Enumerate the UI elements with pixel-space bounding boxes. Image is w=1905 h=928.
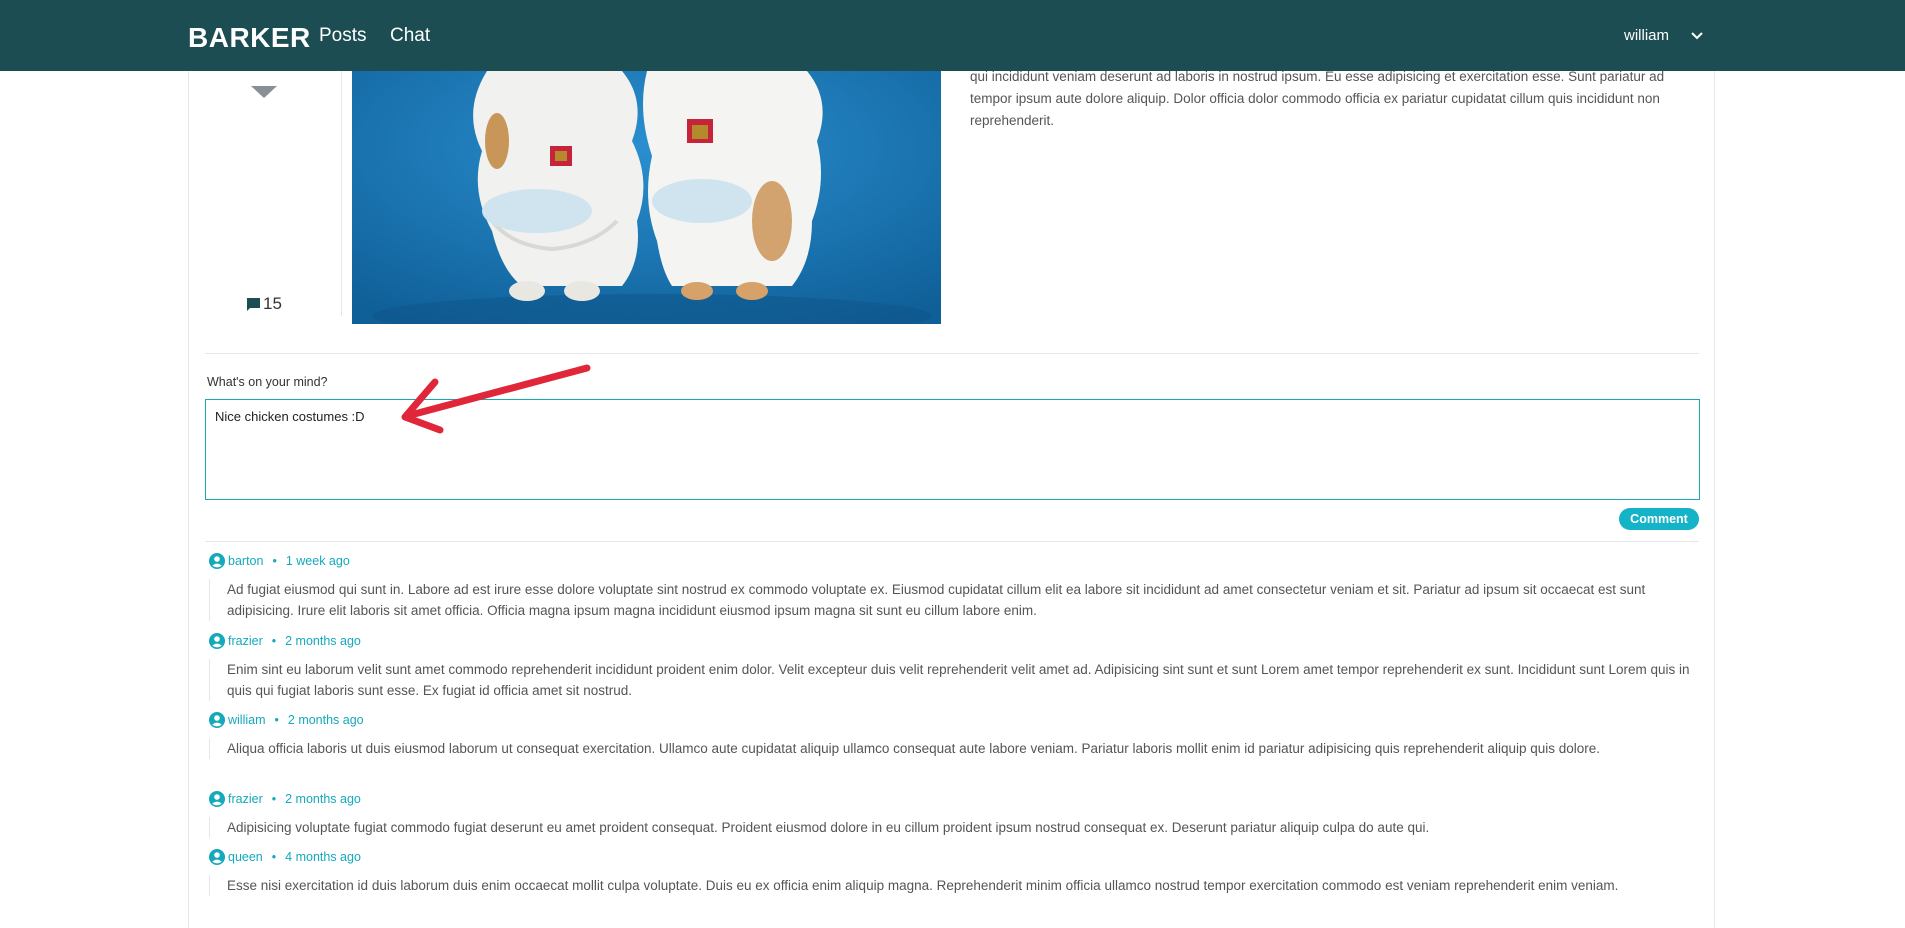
nav-link-chat[interactable]: Chat bbox=[390, 25, 430, 47]
user-avatar-icon bbox=[209, 712, 225, 728]
divider bbox=[205, 541, 1699, 542]
comment-author[interactable]: frazier bbox=[228, 634, 263, 648]
comment-author[interactable]: barton bbox=[228, 554, 263, 568]
comment-item: william • 2 months ago Aliqua officia la… bbox=[209, 710, 1699, 759]
separator-dot: • bbox=[272, 554, 277, 568]
post-image bbox=[352, 71, 941, 324]
comment-time: 2 months ago bbox=[285, 634, 361, 648]
comment-bubble-icon bbox=[246, 297, 261, 312]
comment-text: Esse nisi exercitation id duis laborum d… bbox=[209, 875, 1699, 896]
comment-textarea[interactable]: Nice chicken costumes :D bbox=[205, 399, 1700, 500]
separator-dot: • bbox=[271, 634, 277, 648]
downvote-button[interactable] bbox=[251, 86, 277, 98]
comment-header: barton • 1 week ago bbox=[209, 551, 1699, 571]
comment-author[interactable]: frazier bbox=[228, 792, 263, 806]
comment-text: Ad fugiat eiusmod qui sunt in. Labore ad… bbox=[209, 579, 1699, 621]
separator-dot: • bbox=[271, 850, 277, 864]
user-avatar-icon bbox=[209, 633, 225, 649]
separator-dot: • bbox=[274, 713, 279, 727]
username-label: william bbox=[1624, 27, 1669, 44]
comment-header: queen • 4 months ago bbox=[209, 847, 1699, 867]
post-body-text: qui incididunt veniam deserunt ad labori… bbox=[970, 69, 1665, 128]
comment-time: 1 week ago bbox=[285, 554, 350, 568]
comment-item: barton • 1 week ago Ad fugiat eiusmod qu… bbox=[209, 551, 1699, 621]
comment-count: 15 bbox=[246, 294, 282, 314]
comment-item: queen • 4 months ago Esse nisi exercitat… bbox=[209, 847, 1699, 896]
comment-item: frazier • 2 months ago Adipisicing volup… bbox=[209, 789, 1699, 838]
comment-header: frazier • 2 months ago bbox=[209, 631, 1699, 651]
chevron-down-icon bbox=[1689, 28, 1705, 44]
user-menu[interactable]: william bbox=[1624, 27, 1705, 44]
post-card: 15 qui incididunt veniam deserunt ad lab… bbox=[188, 69, 1715, 928]
comment-header: frazier • 2 months ago bbox=[209, 789, 1699, 809]
comment-text: Adipisicing voluptate fugiat commodo fug… bbox=[209, 817, 1699, 838]
comment-item: frazier • 2 months ago Enim sint eu labo… bbox=[209, 631, 1699, 701]
nav-link-posts[interactable]: Posts bbox=[319, 25, 367, 47]
user-avatar-icon bbox=[209, 553, 225, 569]
comment-time: 2 months ago bbox=[287, 713, 364, 727]
comment-count-value: 15 bbox=[263, 294, 282, 313]
vote-column: 15 bbox=[189, 71, 341, 316]
comment-author[interactable]: william bbox=[228, 713, 266, 727]
comment-time: 2 months ago bbox=[285, 792, 361, 806]
comment-form-label: What's on your mind? bbox=[207, 375, 328, 389]
comment-submit-button[interactable]: Comment bbox=[1619, 508, 1699, 530]
separator-dot: • bbox=[271, 792, 277, 806]
comment-header: william • 2 months ago bbox=[209, 710, 1699, 730]
brand-logo[interactable]: BARKER bbox=[188, 22, 311, 54]
vertical-divider bbox=[341, 71, 342, 316]
user-avatar-icon bbox=[209, 849, 225, 865]
divider bbox=[205, 353, 1699, 354]
comment-author[interactable]: queen bbox=[228, 850, 263, 864]
top-navbar: BARKER Posts Chat william bbox=[0, 0, 1905, 71]
user-avatar-icon bbox=[209, 791, 225, 807]
comment-text: Enim sint eu laborum velit sunt amet com… bbox=[209, 659, 1699, 701]
comment-text: Aliqua officia laboris ut duis eiusmod l… bbox=[209, 738, 1699, 759]
comment-time: 4 months ago bbox=[285, 850, 361, 864]
